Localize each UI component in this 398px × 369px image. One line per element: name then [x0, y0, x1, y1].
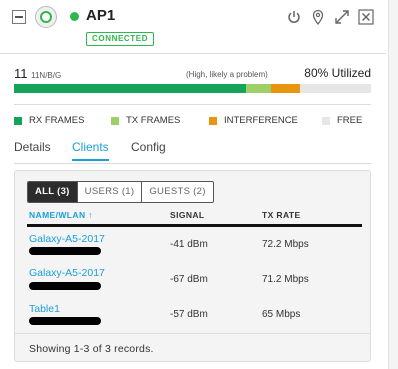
filter-all-button[interactable]: ALL (3): [28, 182, 77, 202]
utilization-bar: [14, 84, 371, 93]
legend-interference: INTERFERENCE: [209, 115, 298, 126]
vertical-scrollbar[interactable]: [388, 0, 398, 369]
band-label: 11N/B/G: [31, 71, 62, 80]
location-pin-icon[interactable]: [310, 9, 326, 25]
legend-free-label: FREE: [337, 115, 363, 126]
tab-bar: Details Clients Config: [14, 138, 371, 164]
client-name-link[interactable]: Galaxy-A5-2017: [29, 267, 105, 279]
column-header-tx-rate[interactable]: TX RATE: [262, 210, 301, 220]
redacted-wlan: [29, 282, 101, 290]
panel-header: AP1 CONNECTED: [0, 0, 386, 54]
client-tx-rate: 65 Mbps: [262, 309, 301, 320]
client-filter-group: ALL (3) USERS (1) GUESTS (2): [27, 181, 214, 203]
close-icon[interactable]: [358, 9, 374, 25]
legend-rx: RX FRAMES: [14, 115, 84, 126]
client-signal: -67 dBm: [170, 274, 208, 285]
utilization-note: (High, likely a problem): [186, 70, 268, 79]
clients-card: ALL (3) USERS (1) GUESTS (2) NAME/WLAN ↑…: [14, 170, 371, 362]
legend-tx-label: TX FRAMES: [126, 115, 181, 126]
tab-details[interactable]: Details: [14, 140, 51, 159]
divider: [14, 104, 371, 105]
client-signal: -57 dBm: [170, 309, 208, 320]
redacted-wlan: [29, 317, 101, 325]
legend-rx-label: RX FRAMES: [29, 115, 85, 126]
header-divider: [27, 224, 362, 227]
client-tx-rate: 71.2 Mbps: [262, 274, 309, 285]
filter-guests-button[interactable]: GUESTS (2): [141, 182, 212, 202]
power-icon[interactable]: [286, 9, 302, 25]
utilization-segment-tx-frames: [246, 84, 272, 93]
status-dot: [70, 12, 79, 21]
ap-device-icon: [35, 6, 57, 28]
filter-users-button[interactable]: USERS (1): [76, 182, 142, 202]
records-count: Showing 1-3 of 3 records.: [29, 343, 154, 355]
utilization-segment-interference: [271, 84, 300, 93]
legend-interference-swatch: [209, 116, 217, 125]
ap-details-panel: AP1 CONNECTED 11 11N/B/G (High, likely a…: [0, 0, 386, 369]
legend-free-swatch: [322, 116, 330, 125]
utilization-legend: RX FRAMES TX FRAMES INTERFERENCE FREE: [14, 115, 371, 129]
legend-free: FREE: [322, 115, 362, 126]
expand-icon[interactable]: [334, 9, 350, 25]
legend-interference-label: INTERFERENCE: [224, 115, 298, 126]
legend-tx-swatch: [111, 116, 119, 125]
channel-number: 11: [14, 66, 28, 81]
status-badge: CONNECTED: [86, 32, 155, 46]
channel-band: 11 11N/B/G: [14, 66, 61, 81]
client-name-link[interactable]: Galaxy-A5-2017: [29, 233, 105, 245]
collapse-icon[interactable]: [12, 10, 26, 24]
legend-tx: TX FRAMES: [111, 115, 180, 126]
tab-config[interactable]: Config: [131, 140, 166, 159]
column-header-name[interactable]: NAME/WLAN ↑: [29, 210, 93, 220]
redacted-wlan: [29, 247, 101, 255]
utilization-percent: 80% Utilized: [304, 66, 371, 80]
client-tx-rate: 72.2 Mbps: [262, 239, 309, 250]
ap-name: AP1: [86, 7, 116, 24]
header-actions: [286, 9, 376, 27]
legend-rx-swatch: [14, 116, 22, 125]
client-name-link[interactable]: Table1: [29, 303, 60, 315]
footer-divider: [15, 333, 370, 334]
tab-clients[interactable]: Clients: [72, 140, 109, 161]
utilization-segment-rx-frames: [14, 84, 247, 93]
column-header-signal[interactable]: SIGNAL: [170, 210, 205, 220]
client-signal: -41 dBm: [170, 239, 208, 250]
